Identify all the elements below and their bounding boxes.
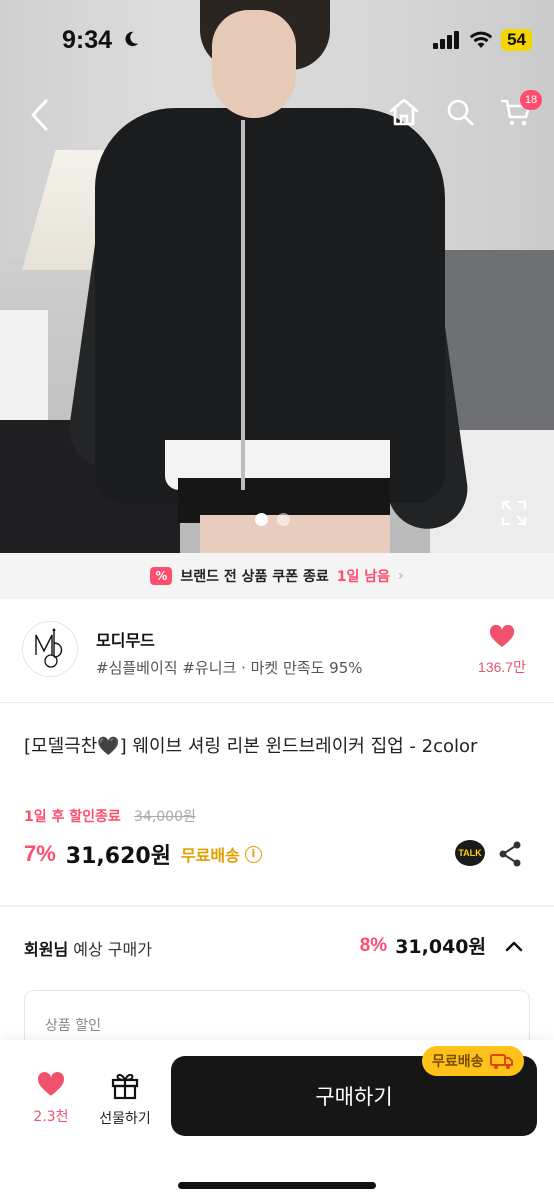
sale-price: 31,620원 (65, 844, 171, 869)
gift-button[interactable]: 선물하기 (92, 1070, 158, 1128)
search-button[interactable] (442, 94, 478, 130)
chevron-up-icon[interactable] (502, 934, 526, 958)
image-zipper (241, 120, 245, 490)
coupon-icon: % (150, 567, 173, 585)
cart-count-badge: 18 (520, 90, 542, 110)
expand-icon[interactable] (501, 500, 527, 526)
free-shipping-badge: 무료배송 (422, 1046, 524, 1076)
ship-badge-text: 무료배송 (432, 1054, 484, 1070)
gift-label: 선물하기 (99, 1111, 151, 1127)
cart-button[interactable]: 18 (498, 90, 542, 130)
wifi-icon (469, 31, 493, 48)
coupon-remaining: 1일 남음 (336, 569, 390, 585)
price-row: 7% 31,620원 무료배송 i (24, 838, 262, 870)
member-price-label: 회원님 예상 구매가 (24, 936, 152, 960)
brand-like-button[interactable]: 136.7만 (472, 624, 532, 677)
truck-icon (489, 1054, 513, 1069)
status-bar: 9:34 54 (0, 0, 554, 80)
coupon-text: 브랜드 전 상품 쿠폰 종료 (180, 569, 329, 585)
discount-end-notice: 1일 후 할인종료 (24, 809, 121, 825)
brand-logo-mark (35, 628, 63, 668)
moon-icon (125, 31, 139, 47)
gallery-dot[interactable] (255, 513, 268, 526)
home-indicator (178, 1182, 376, 1189)
brand-name[interactable]: 모디무드 (96, 627, 155, 651)
battery-indicator: 54 (501, 29, 532, 51)
image-book (0, 310, 48, 425)
discount-percent: 7% (24, 841, 56, 866)
free-shipping-text: 무료배송 (180, 846, 240, 865)
gallery-dot[interactable] (277, 513, 290, 526)
gallery-pagination (255, 513, 290, 526)
coupon-banner[interactable]: % 브랜드 전 상품 쿠폰 종료 1일 남음 › (0, 553, 554, 599)
brand-logo[interactable] (22, 621, 78, 677)
member-discount-percent: 8% (359, 934, 388, 956)
product-discount-label: 상품 할인 (45, 1018, 101, 1034)
member-label-bold: 회원님 (24, 940, 69, 959)
like-count: 2.3천 (33, 1109, 69, 1125)
status-time: 9:34 (62, 26, 113, 54)
gift-icon (111, 1073, 139, 1100)
search-icon (447, 99, 474, 126)
chevron-right-icon: › (397, 568, 404, 584)
back-arrow-icon[interactable] (24, 96, 58, 134)
heart-icon (489, 624, 515, 647)
image-legs (200, 515, 390, 553)
member-label-rest: 예상 구매가 (68, 940, 152, 959)
brand-row[interactable]: 모디무드 #심플베이직 #유니크 · 마켓 만족도 95% 136.7만 (0, 599, 554, 703)
member-price-toggle[interactable]: 8% 31,040원 (360, 932, 526, 959)
kakao-talk-icon[interactable]: TALK (455, 840, 485, 866)
home-icon (389, 98, 419, 126)
home-button[interactable] (386, 94, 422, 130)
buy-button-label: 구매하기 (315, 1085, 393, 1109)
product-title: [모델극찬🖤] 웨이브 셔링 리본 윈드브레이커 집업 - 2color (24, 736, 478, 757)
info-icon[interactable]: i (244, 845, 262, 863)
signal-icon (433, 31, 460, 49)
like-button[interactable]: 2.3천 (26, 1071, 76, 1126)
status-icons: 54 (433, 29, 532, 51)
share-icon[interactable] (497, 840, 523, 868)
brand-tags: #심플베이직 #유니크 · 마켓 만족도 95% (96, 659, 363, 677)
brand-like-count: 136.7만 (478, 659, 526, 675)
free-shipping-label[interactable]: 무료배송 i (181, 842, 262, 866)
member-price: 31,040원 (395, 936, 486, 958)
product-image[interactable] (0, 0, 554, 553)
top-nav-actions: 18 (386, 90, 542, 130)
original-price: 34,000원 (134, 809, 196, 825)
bottom-action-bar: 2.3천 선물하기 구매하기 무료배송 (0, 1040, 554, 1200)
heart-icon (37, 1071, 65, 1096)
section-divider (0, 905, 554, 907)
